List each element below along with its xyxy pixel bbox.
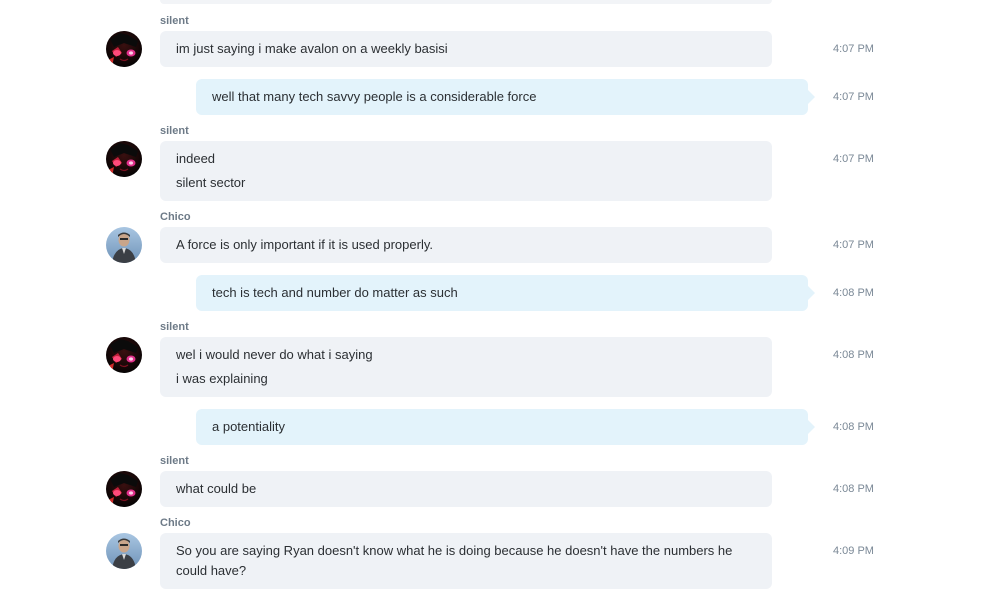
message-timestamp: 4:08 PM bbox=[833, 287, 874, 299]
chico-avatar-icon[interactable] bbox=[106, 533, 142, 569]
silent-avatar-icon[interactable] bbox=[106, 31, 142, 67]
sender-name: silent bbox=[160, 15, 189, 27]
message-text: what could be bbox=[176, 481, 257, 496]
incoming-message-bubble[interactable]: indeed silent sector bbox=[160, 141, 772, 201]
incoming-message-bubble[interactable]: wel i would never do what i saying i was… bbox=[160, 337, 772, 397]
message-timestamp: 4:07 PM bbox=[833, 43, 874, 55]
message-text: im just saying i make avalon on a weekly… bbox=[176, 41, 448, 56]
outgoing-message-bubble[interactable]: a potentiality bbox=[196, 409, 815, 445]
message-text: a potentiality bbox=[212, 419, 285, 434]
avatar-image bbox=[106, 141, 142, 177]
avatar-image bbox=[106, 533, 142, 569]
sender-name: silent bbox=[160, 455, 189, 467]
incoming-message-bubble[interactable]: what could be bbox=[160, 471, 772, 507]
incoming-message-bubble[interactable]: A force is only important if it is used … bbox=[160, 227, 772, 263]
avatar-image bbox=[106, 471, 142, 507]
incoming-message-bubble[interactable]: So you are saying Ryan doesn't know what… bbox=[160, 533, 772, 589]
outgoing-message-bubble[interactable]: tech is tech and number do matter as suc… bbox=[196, 275, 815, 311]
previous-message-edge bbox=[160, 0, 772, 4]
sender-name: silent bbox=[160, 321, 189, 333]
sender-name: Chico bbox=[160, 517, 191, 529]
avatar-image bbox=[106, 31, 142, 67]
outgoing-message-bubble[interactable]: well that many tech savvy people is a co… bbox=[196, 79, 815, 115]
message-text: So you are saying Ryan doesn't know what… bbox=[176, 543, 733, 578]
silent-avatar-icon[interactable] bbox=[106, 141, 142, 177]
message-text: tech is tech and number do matter as suc… bbox=[212, 285, 458, 300]
message-text: i was explaining bbox=[176, 371, 268, 386]
message-text: silent sector bbox=[176, 175, 246, 190]
message-timestamp: 4:08 PM bbox=[833, 483, 874, 495]
message-timestamp: 4:07 PM bbox=[833, 91, 874, 103]
silent-avatar-icon[interactable] bbox=[106, 471, 142, 507]
sender-name: Chico bbox=[160, 211, 191, 223]
message-text: A force is only important if it is used … bbox=[176, 237, 433, 252]
chico-avatar-icon[interactable] bbox=[106, 227, 142, 263]
message-text: indeed bbox=[176, 151, 216, 166]
message-timestamp: 4:07 PM bbox=[833, 239, 874, 251]
chat-message-list: silent im just saying i make avalon on a… bbox=[0, 0, 982, 602]
message-timestamp: 4:08 PM bbox=[833, 421, 874, 433]
avatar-image bbox=[106, 227, 142, 263]
message-text: wel i would never do what i saying bbox=[176, 347, 373, 362]
incoming-message-bubble[interactable]: im just saying i make avalon on a weekly… bbox=[160, 31, 772, 67]
message-text: well that many tech savvy people is a co… bbox=[212, 89, 537, 104]
message-timestamp: 4:08 PM bbox=[833, 349, 874, 361]
sender-name: silent bbox=[160, 125, 189, 137]
message-timestamp: 4:09 PM bbox=[833, 545, 874, 557]
message-timestamp: 4:07 PM bbox=[833, 153, 874, 165]
avatar-image bbox=[106, 337, 142, 373]
silent-avatar-icon[interactable] bbox=[106, 337, 142, 373]
